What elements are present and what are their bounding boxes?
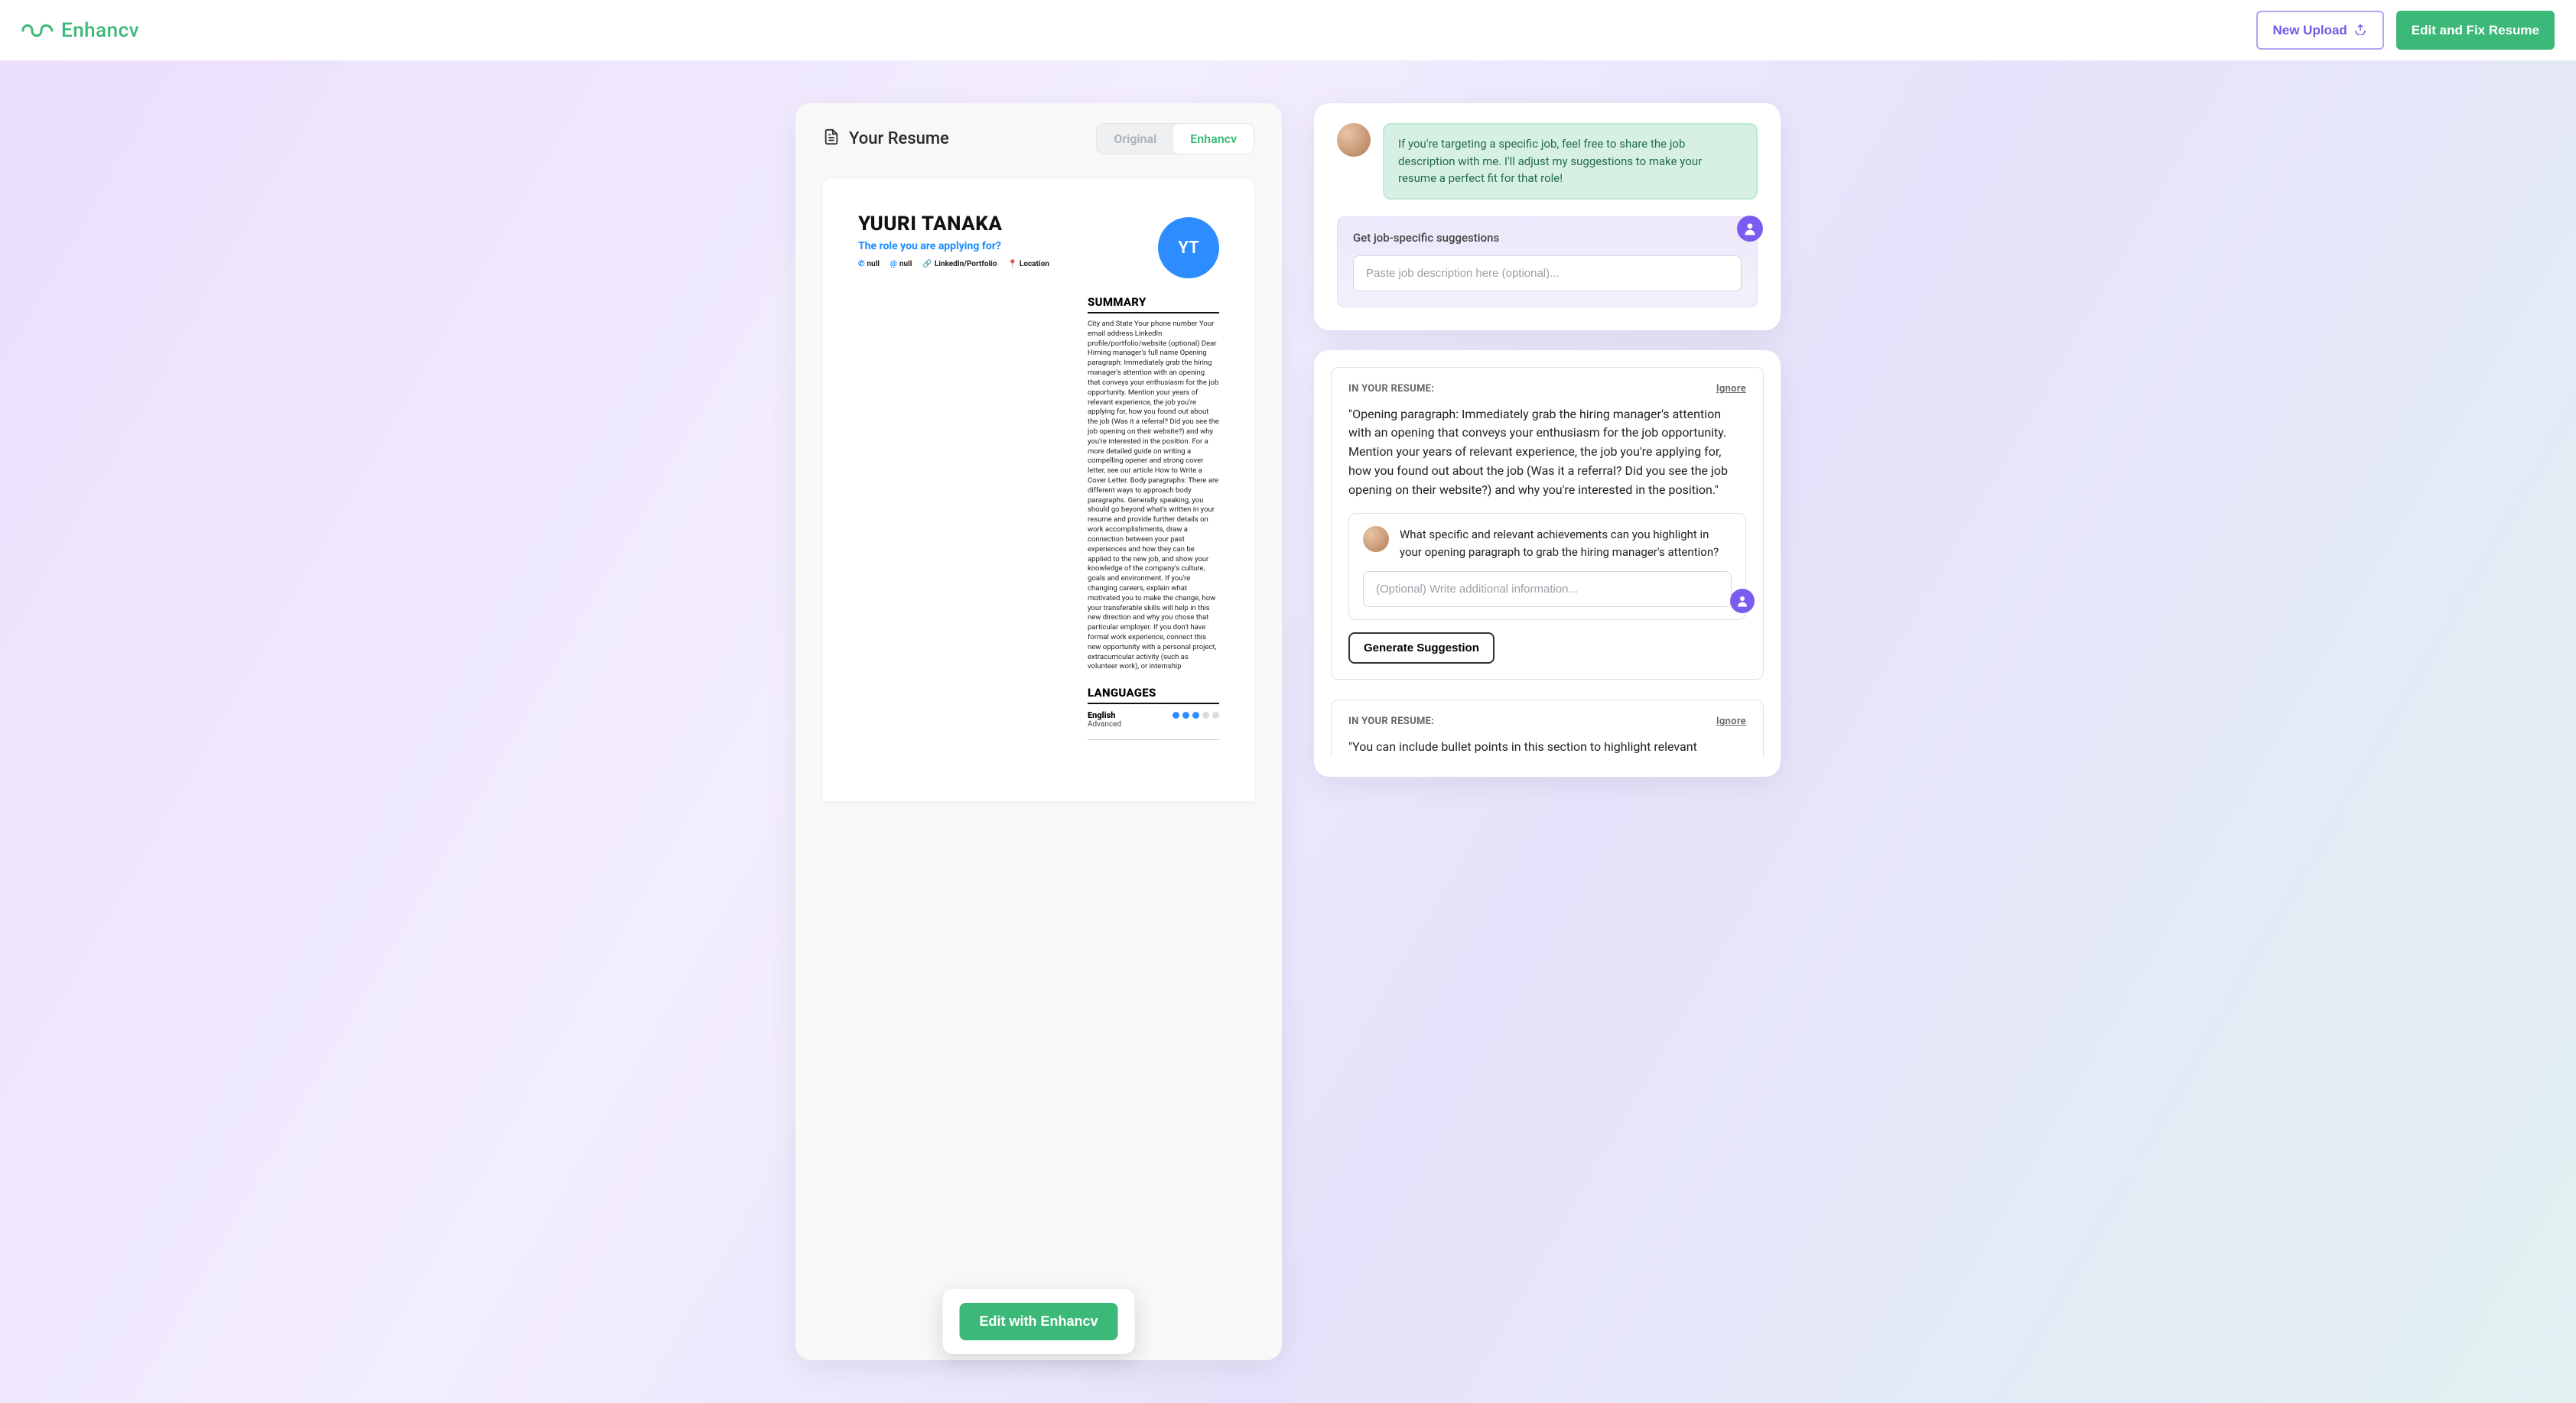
generate-suggestion-button[interactable]: Generate Suggestion [1348, 632, 1495, 664]
resume-body: SUMMARY City and State Your phone number… [1088, 295, 1219, 740]
language-name: English [1088, 710, 1121, 720]
phone-icon: ✆ [858, 260, 864, 268]
email-icon: @ [890, 260, 897, 268]
contact-linkedin: 🔗LinkedIn/Portfolio [922, 260, 997, 268]
resume-header: YUURI TANAKA The role you are applying f… [858, 213, 1219, 278]
new-upload-button[interactable]: New Upload [2256, 11, 2384, 50]
resume-name: YUURI TANAKA [858, 213, 1049, 235]
language-dots [1173, 712, 1219, 719]
assistant-message: If you're targeting a specific job, feel… [1383, 123, 1758, 200]
summary-text: City and State Your phone number Your em… [1088, 320, 1219, 672]
edit-fix-label: Edit and Fix Resume [2412, 23, 2539, 38]
main-area: Your Resume Original Enhancv YUURI TANAK… [0, 60, 2576, 1403]
resume-identity: YUURI TANAKA The role you are applying f… [858, 213, 1049, 278]
ignore-link[interactable]: Ignore [1716, 716, 1746, 727]
divider [1088, 739, 1219, 740]
dot-filled [1192, 712, 1199, 719]
upload-icon [2353, 21, 2367, 39]
view-tabs: Original Enhancv [1096, 123, 1254, 154]
question-row: What specific and relevant achievements … [1363, 526, 1732, 560]
document-icon [823, 128, 840, 150]
language-info: English Advanced [1088, 710, 1121, 729]
assistant-question: What specific and relevant achievements … [1400, 526, 1732, 560]
edit-with-enhancv-label: Edit with Enhancv [979, 1314, 1098, 1330]
suggestions-column: If you're targeting a specific job, feel… [1314, 103, 1781, 1360]
assistant-panel: If you're targeting a specific job, feel… [1314, 103, 1781, 330]
tab-enhancv[interactable]: Enhancv [1173, 124, 1254, 154]
resume-sheet: YUURI TANAKA The role you are applying f… [823, 179, 1254, 801]
resume-contact: ✆null @null 🔗LinkedIn/Portfolio 📍Locatio… [858, 260, 1049, 268]
tab-original[interactable]: Original [1097, 124, 1173, 154]
suggestion-header: IN YOUR RESUME: Ignore [1348, 716, 1746, 727]
dot-filled [1173, 712, 1179, 719]
language-row: English Advanced [1088, 710, 1219, 729]
your-resume-label: Your Resume [849, 129, 949, 148]
assistant-question-card: What specific and relevant achievements … [1348, 513, 1746, 620]
your-resume-title: Your Resume [823, 128, 949, 150]
suggestion-header: IN YOUR RESUME: Ignore [1348, 383, 1746, 395]
jobspec-card: Get job-specific suggestions [1337, 216, 1758, 307]
resume-panel: Your Resume Original Enhancv YUURI TANAK… [795, 103, 1282, 1360]
topbar: Enhancv New Upload Edit and Fix Resume [0, 0, 2576, 60]
assistant-row: If you're targeting a specific job, feel… [1337, 123, 1758, 200]
language-level: Advanced [1088, 720, 1121, 729]
jobspec-title: Get job-specific suggestions [1353, 231, 1742, 245]
link-icon: 🔗 [922, 260, 932, 268]
ignore-link[interactable]: Ignore [1716, 383, 1746, 395]
resume-panel-header: Your Resume Original Enhancv [823, 123, 1254, 154]
topbar-buttons: New Upload Edit and Fix Resume [2256, 11, 2555, 50]
languages-title: LANGUAGES [1088, 686, 1219, 704]
contact-location: 📍Location [1007, 260, 1049, 268]
suggestion-quote: "You can include bullet points in this s… [1348, 738, 1746, 757]
edit-with-enhancv-button[interactable]: Edit with Enhancv [959, 1303, 1117, 1340]
dot-empty [1202, 712, 1209, 719]
in-your-resume-label: IN YOUR RESUME: [1348, 383, 1434, 395]
suggestion-card: IN YOUR RESUME: Ignore "Opening paragrap… [1331, 367, 1764, 680]
location-icon: 📍 [1007, 260, 1016, 268]
contact-phone: ✆null [858, 260, 880, 268]
summary-title: SUMMARY [1088, 295, 1219, 313]
brand-name: Enhancv [61, 19, 139, 42]
suggestion-quote: "Opening paragraph: Immediately grab the… [1348, 405, 1746, 500]
dot-empty [1212, 712, 1219, 719]
resume-avatar: YT [1158, 217, 1219, 278]
dot-filled [1182, 712, 1189, 719]
logo-icon [21, 21, 54, 41]
suggestion-card: IN YOUR RESUME: Ignore "You can include … [1331, 700, 1764, 757]
contact-email: @null [890, 260, 912, 268]
edit-float-card: Edit with Enhancv [942, 1289, 1134, 1354]
assistant-avatar [1337, 123, 1371, 157]
resume-role: The role you are applying for? [858, 240, 1049, 252]
new-upload-label: New Upload [2273, 23, 2347, 38]
jobspec-input[interactable] [1353, 255, 1742, 291]
user-avatar-icon [1737, 216, 1763, 242]
assistant-avatar-small [1363, 526, 1389, 552]
additional-info-input[interactable] [1363, 571, 1732, 607]
suggestions-panel: IN YOUR RESUME: Ignore "Opening paragrap… [1314, 350, 1781, 778]
user-avatar-icon [1730, 589, 1755, 613]
brand-logo: Enhancv [21, 19, 139, 42]
in-your-resume-label: IN YOUR RESUME: [1348, 716, 1434, 727]
edit-fix-button[interactable]: Edit and Fix Resume [2396, 11, 2555, 50]
